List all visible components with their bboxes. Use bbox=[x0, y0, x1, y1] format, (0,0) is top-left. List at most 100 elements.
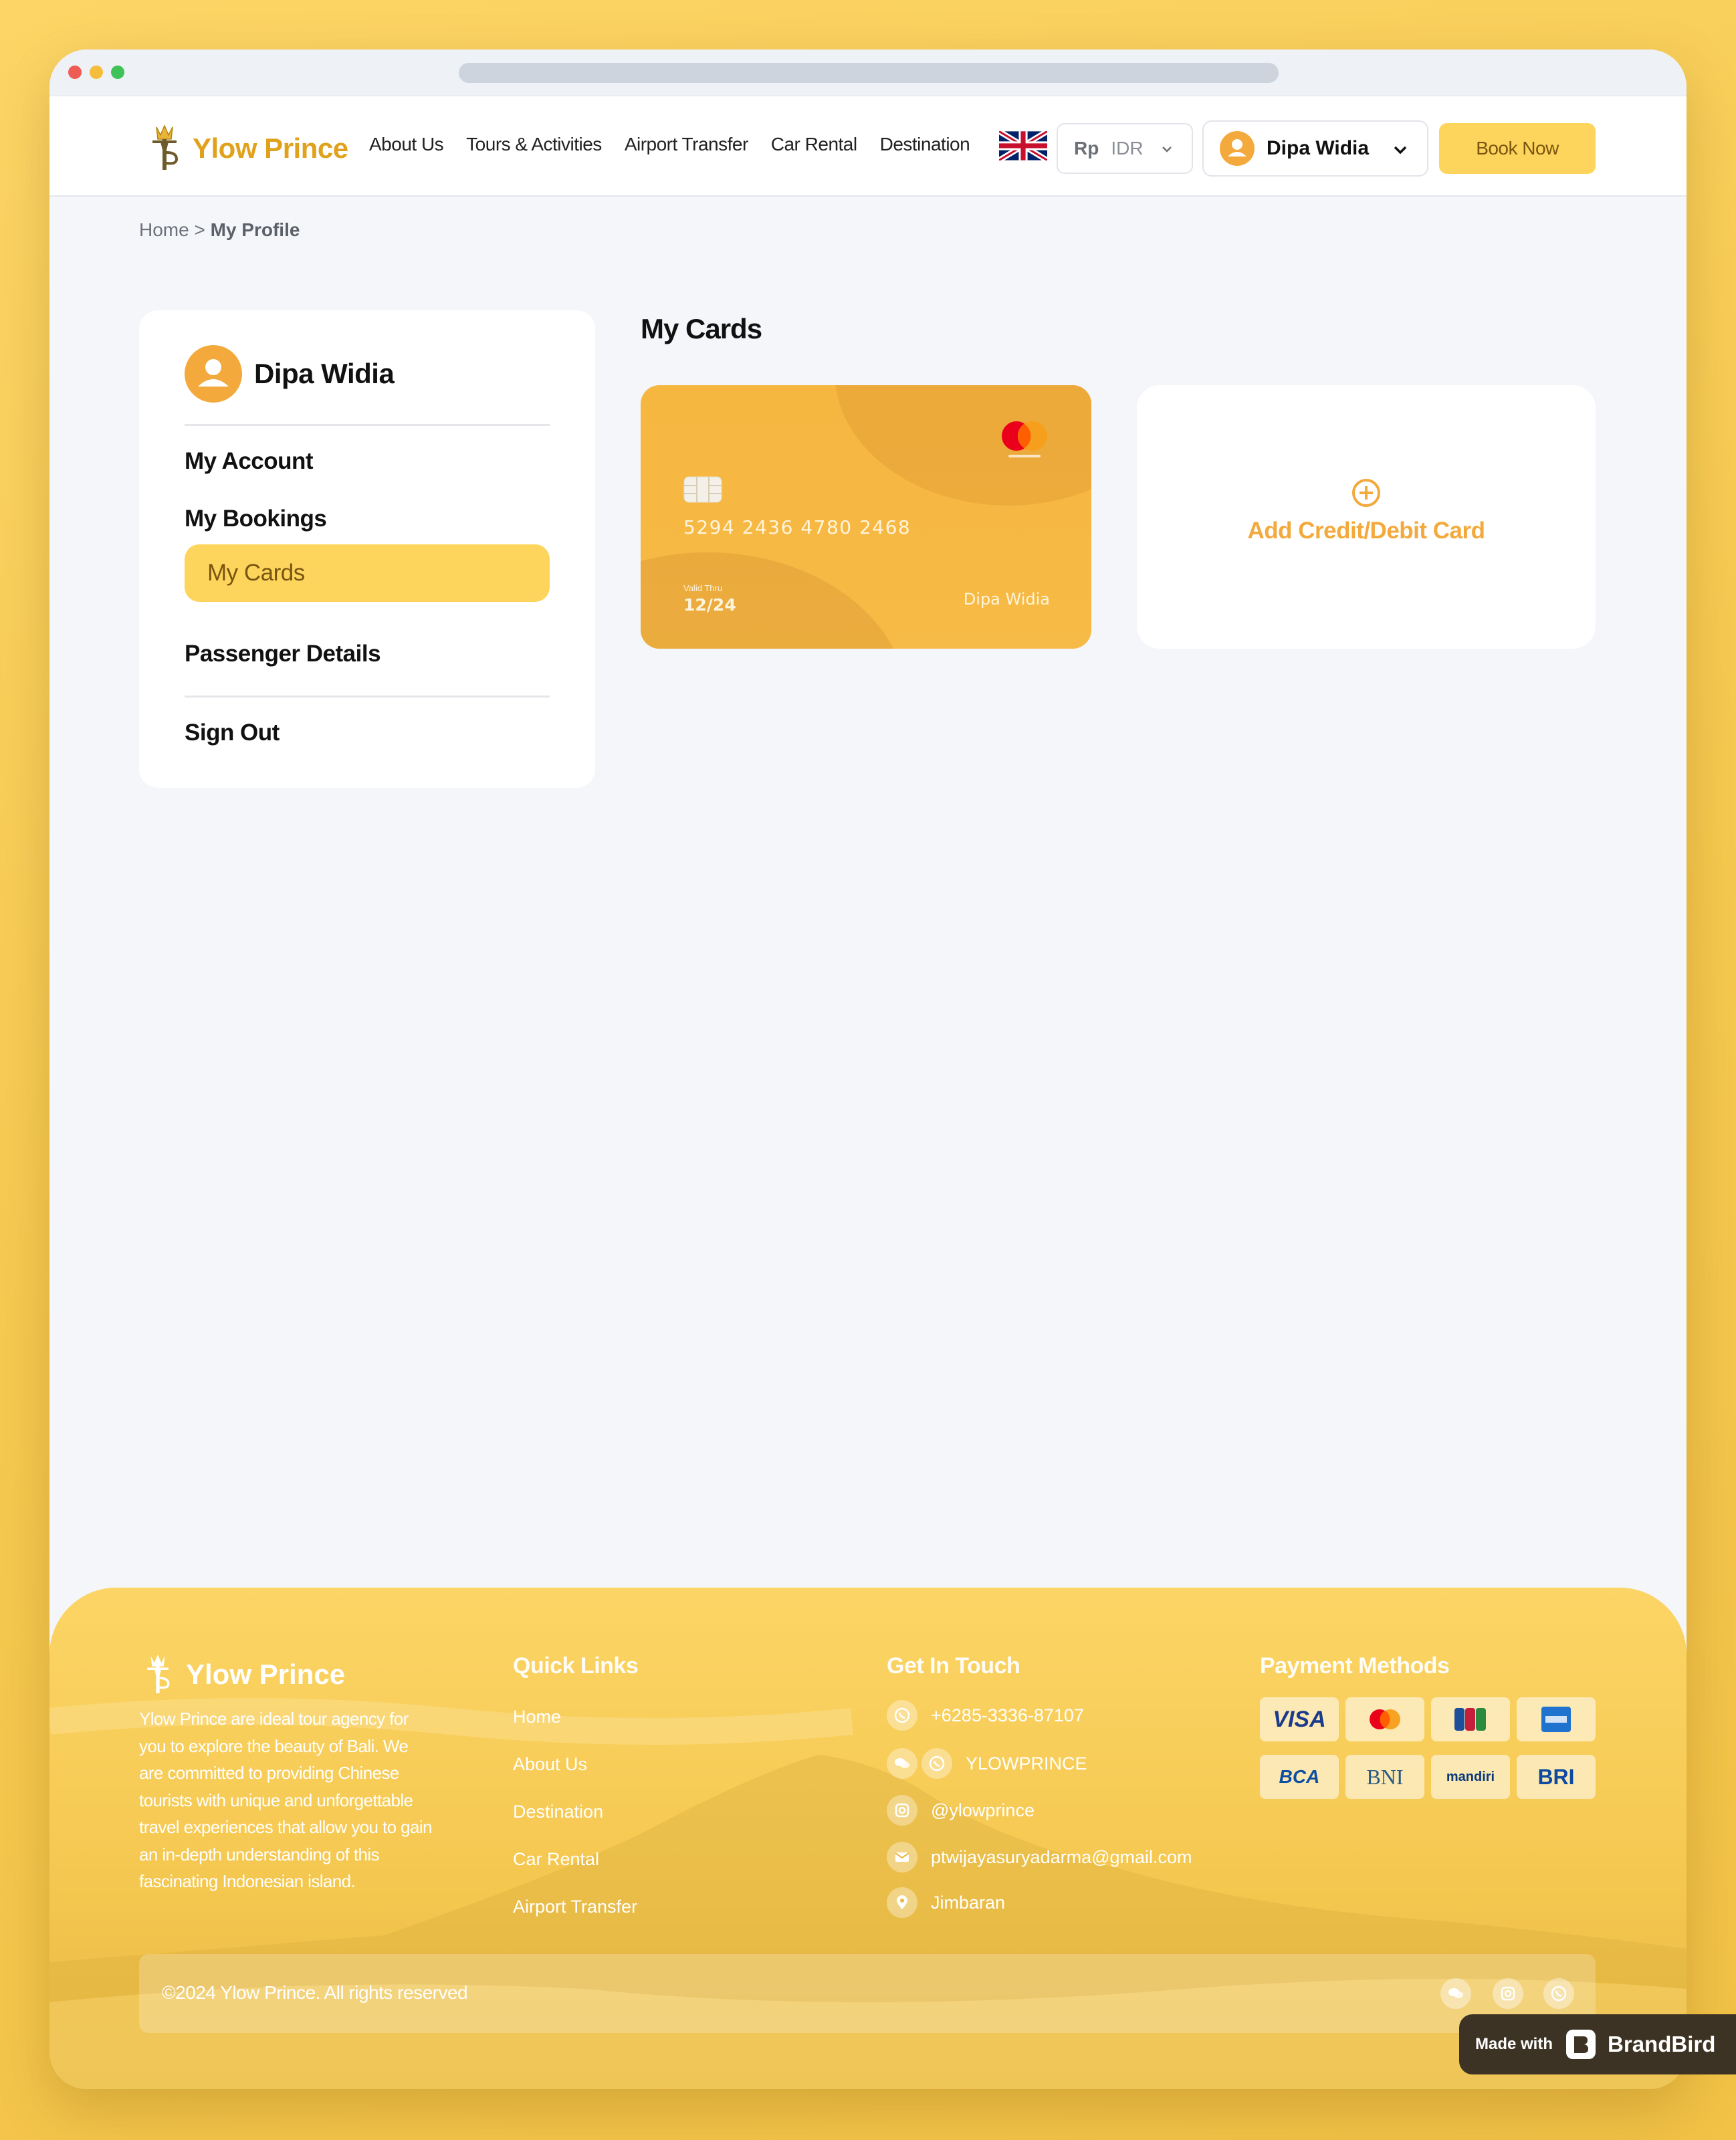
footer-link-car-rental[interactable]: Car Rental bbox=[513, 1849, 599, 1870]
crown-logo-icon bbox=[152, 124, 179, 170]
breadcrumb: Home > My Profile bbox=[139, 219, 300, 241]
credit-card[interactable]: 5294 2436 4780 2468 Valid Thru 12/24 Dip… bbox=[641, 385, 1091, 649]
wechat-icon bbox=[887, 1748, 917, 1779]
breadcrumb-separator: > bbox=[194, 219, 205, 240]
card-valid-thru: 12/24 bbox=[683, 595, 736, 615]
jcb-logo-icon bbox=[1431, 1697, 1510, 1741]
page-title: My Cards bbox=[641, 313, 762, 344]
made-with-label: Made with bbox=[1475, 2035, 1553, 2053]
add-card-label: Add Credit/Debit Card bbox=[1247, 518, 1485, 544]
breadcrumb-home[interactable]: Home bbox=[139, 219, 189, 240]
nav-link-about-us[interactable]: About Us bbox=[369, 134, 444, 155]
nav-link-tours-activities[interactable]: Tours & Activities bbox=[466, 134, 602, 155]
whatsapp-icon[interactable] bbox=[1543, 1978, 1574, 2009]
mastercard-logo-icon bbox=[1002, 421, 1047, 457]
sidebar-divider bbox=[185, 424, 550, 426]
card-number: 5294 2436 4780 2468 bbox=[683, 516, 911, 538]
contact-email[interactable]: ptwijayasuryadarma@gmail.com bbox=[887, 1842, 1192, 1872]
contact-email-text: ptwijayasuryadarma@gmail.com bbox=[931, 1846, 1192, 1867]
footer-link-destination[interactable]: Destination bbox=[513, 1802, 603, 1822]
bca-label: BCA bbox=[1279, 1766, 1320, 1787]
bri-label: BRI bbox=[1537, 1764, 1575, 1789]
breadcrumb-current: My Profile bbox=[210, 219, 300, 240]
bni-label: BNI bbox=[1366, 1764, 1404, 1789]
brand-name: Ylow Prince bbox=[193, 132, 348, 164]
contact-phone-text: +6285-3336-87107 bbox=[931, 1705, 1084, 1725]
user-name: Dipa Widia bbox=[1267, 137, 1370, 159]
contact-location[interactable]: Jimbaran bbox=[887, 1887, 1005, 1918]
profile-sidebar: Dipa Widia My Account My Bookings My Car… bbox=[139, 310, 595, 788]
amex-logo-icon bbox=[1517, 1697, 1596, 1741]
brandbird-logo-icon bbox=[1566, 2030, 1596, 2059]
sidebar-item-sign-out[interactable]: Sign Out bbox=[185, 720, 280, 746]
brandbird-badge[interactable]: Made with BrandBird bbox=[1459, 2014, 1736, 2074]
crown-logo-icon bbox=[147, 1654, 170, 1693]
sidebar-user: Dipa Widia bbox=[185, 345, 395, 403]
maximize-window-dot[interactable] bbox=[111, 66, 124, 79]
mandiri-logo-icon: mandiri bbox=[1431, 1755, 1510, 1799]
mandiri-label: mandiri bbox=[1446, 1769, 1495, 1784]
sidebar-item-my-cards[interactable]: My Cards bbox=[185, 544, 550, 602]
browser-window: Ylow Prince About Us Tours & Activities … bbox=[49, 49, 1687, 2089]
minimize-window-dot[interactable] bbox=[90, 66, 103, 79]
location-pin-icon bbox=[887, 1887, 917, 1918]
main-nav: About Us Tours & Activities Airport Tran… bbox=[369, 134, 970, 155]
browser-chrome bbox=[49, 49, 1687, 96]
get-in-touch-title: Get In Touch bbox=[887, 1653, 1020, 1679]
avatar bbox=[185, 345, 242, 403]
contact-instagram[interactable]: @ylowprince bbox=[887, 1795, 1035, 1826]
user-icon bbox=[1228, 139, 1246, 156]
bni-logo-icon: BNI bbox=[1345, 1755, 1424, 1799]
chevron-down-icon bbox=[1162, 146, 1172, 152]
card-holder-name: Dipa Widia bbox=[963, 590, 1050, 609]
book-now-button[interactable]: Book Now bbox=[1439, 123, 1596, 174]
bri-logo-icon: BRI bbox=[1517, 1755, 1596, 1799]
avatar bbox=[1220, 131, 1255, 166]
nav-link-car-rental[interactable]: Car Rental bbox=[771, 134, 857, 155]
footer-link-home[interactable]: Home bbox=[513, 1707, 561, 1727]
whatsapp-icon bbox=[921, 1748, 952, 1779]
bca-logo-icon: BCA bbox=[1260, 1755, 1339, 1799]
currency-code: IDR bbox=[1111, 138, 1144, 158]
contact-wechat[interactable]: YLOWPRINCE bbox=[887, 1748, 1087, 1779]
sidebar-item-my-bookings[interactable]: My Bookings bbox=[185, 506, 327, 532]
footer-link-airport-transfer[interactable]: Airport Transfer bbox=[513, 1897, 637, 1917]
payment-methods-title: Payment Methods bbox=[1260, 1653, 1450, 1679]
address-bar[interactable] bbox=[459, 63, 1279, 83]
visa-label: VISA bbox=[1273, 1706, 1326, 1732]
footer: Ylow Prince Ylow Prince are ideal tour a… bbox=[49, 1588, 1687, 2089]
footer-description: Ylow Prince are ideal tour agency for yo… bbox=[139, 1709, 432, 1891]
plus-circle-icon bbox=[1352, 479, 1380, 507]
quick-links-title: Quick Links bbox=[513, 1653, 639, 1679]
instagram-icon[interactable] bbox=[1493, 1978, 1523, 2009]
currency-symbol: Rp bbox=[1074, 138, 1099, 158]
mail-icon bbox=[887, 1842, 917, 1872]
top-navbar: Ylow Prince About Us Tours & Activities … bbox=[49, 96, 1687, 197]
sidebar-item-passenger-details[interactable]: Passenger Details bbox=[185, 641, 381, 667]
sidebar-item-my-account[interactable]: My Account bbox=[185, 448, 314, 475]
close-window-dot[interactable] bbox=[68, 66, 82, 79]
instagram-icon bbox=[887, 1795, 917, 1826]
brand-logo[interactable]: Ylow Prince bbox=[143, 122, 348, 175]
chevron-down-icon bbox=[1394, 146, 1407, 154]
brandbird-label: BrandBird bbox=[1608, 2032, 1716, 2056]
nav-link-destination[interactable]: Destination bbox=[880, 134, 970, 155]
add-card-button[interactable]: Add Credit/Debit Card bbox=[1137, 385, 1596, 649]
copyright-bar: ©2024 Ylow Prince. All rights reserved bbox=[139, 1954, 1596, 2033]
mastercard-logo-icon bbox=[1345, 1697, 1424, 1741]
contact-instagram-text: @ylowprince bbox=[931, 1800, 1035, 1820]
user-menu-dropdown[interactable]: Dipa Widia bbox=[1202, 120, 1428, 177]
sidebar-divider bbox=[185, 696, 550, 698]
card-valid-label: Valid Thru bbox=[683, 583, 723, 593]
uk-flag-icon[interactable] bbox=[999, 131, 1047, 160]
whatsapp-icon bbox=[887, 1700, 917, 1731]
wechat-icon[interactable] bbox=[1440, 1978, 1471, 2009]
footer-brand-name: Ylow Prince bbox=[186, 1658, 346, 1690]
nav-link-airport-transfer[interactable]: Airport Transfer bbox=[625, 134, 748, 155]
currency-select[interactable]: Rp IDR bbox=[1057, 123, 1193, 174]
contact-wechat-text: YLOWPRINCE bbox=[966, 1753, 1087, 1774]
contact-location-text: Jimbaran bbox=[931, 1892, 1006, 1913]
contact-phone[interactable]: +6285-3336-87107 bbox=[887, 1700, 1084, 1731]
footer-link-about-us[interactable]: About Us bbox=[513, 1754, 587, 1775]
footer-logo[interactable]: Ylow Prince bbox=[139, 1650, 345, 1699]
